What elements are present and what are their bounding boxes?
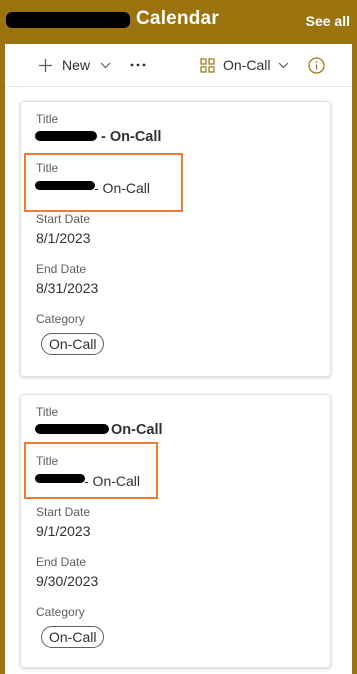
event-card[interactable]: Title - On-Call Title - On-Call Start Da… bbox=[20, 101, 331, 377]
second-title-label: Title bbox=[36, 161, 59, 175]
info-button[interactable] bbox=[308, 54, 325, 76]
new-button[interactable]: New bbox=[38, 54, 111, 76]
new-button-label: New bbox=[62, 57, 91, 73]
end-date-value: 8/31/2023 bbox=[36, 280, 99, 296]
chevron-down-icon bbox=[100, 62, 111, 69]
view-switcher-label: On-Call bbox=[223, 57, 271, 73]
tiles-view-icon bbox=[200, 57, 215, 73]
web-part-header: Calendar See all bbox=[0, 0, 357, 44]
start-date-label: Start Date bbox=[36, 505, 91, 519]
end-date-label: End Date bbox=[36, 555, 87, 569]
view-switcher-button[interactable]: On-Call bbox=[200, 54, 289, 76]
category-label: Category bbox=[36, 605, 85, 619]
redacted-name bbox=[35, 424, 109, 434]
category-pill: On-Call bbox=[41, 626, 105, 648]
info-icon bbox=[308, 56, 325, 74]
second-title-label: Title bbox=[36, 454, 59, 468]
title-value: - On-Call bbox=[101, 129, 162, 145]
second-title-value: - On-Call bbox=[84, 473, 141, 489]
calendar-list-panel: New On-Call Title - On-Call Title - On-C… bbox=[5, 44, 352, 674]
second-title-value: - On-Call bbox=[94, 180, 151, 196]
command-bar: New On-Call bbox=[5, 44, 352, 87]
event-card[interactable]: Title On-Call Title - On-Call Start Date… bbox=[20, 394, 331, 668]
redacted-site-name bbox=[6, 12, 130, 28]
end-date-value: 9/30/2023 bbox=[36, 573, 99, 589]
redacted-name bbox=[35, 474, 85, 483]
page-title: Calendar bbox=[136, 8, 219, 29]
see-all-link[interactable]: See all bbox=[306, 13, 350, 29]
title-label: Title bbox=[36, 112, 59, 126]
title-label: Title bbox=[36, 405, 59, 419]
chevron-down-icon bbox=[278, 62, 289, 69]
start-date-value: 8/1/2023 bbox=[36, 230, 91, 246]
ellipsis-icon bbox=[130, 63, 146, 67]
highlight-box bbox=[24, 442, 158, 499]
start-date-label: Start Date bbox=[36, 212, 91, 226]
redacted-name bbox=[35, 181, 95, 190]
category-pill: On-Call bbox=[41, 333, 105, 355]
redacted-name bbox=[35, 131, 97, 141]
category-label: Category bbox=[36, 312, 85, 326]
plus-icon bbox=[38, 58, 53, 73]
end-date-label: End Date bbox=[36, 262, 87, 276]
more-options-button[interactable] bbox=[130, 54, 146, 76]
start-date-value: 9/1/2023 bbox=[36, 523, 91, 539]
title-value: On-Call bbox=[111, 422, 163, 438]
